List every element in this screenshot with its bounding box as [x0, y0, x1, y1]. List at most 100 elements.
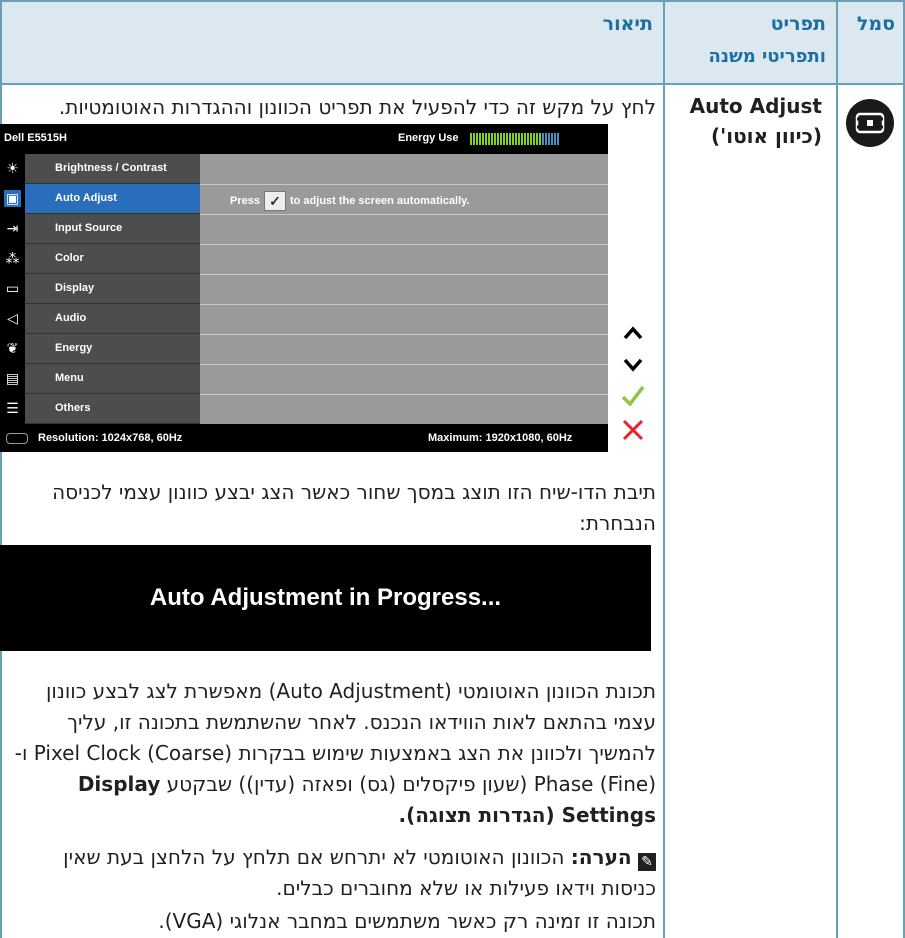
osd-press-instruction: Press ✓ to adjust the screen automatically… [230, 191, 470, 211]
close-icon[interactable] [618, 418, 648, 446]
settings-table: סמל תפריט ותפריטי משנה תיאור Auto Adjust… [0, 0, 905, 938]
others-icon: ☰ [6, 400, 19, 416]
osd-menu-item[interactable]: Auto Adjust [25, 184, 200, 214]
osd-resolution: Resolution: 1024x768, 60Hz [38, 432, 183, 444]
press-text-after: to adjust the screen automatically. [289, 194, 470, 207]
progress-dialog: Auto Adjustment in Progress... [0, 545, 651, 651]
energy-bar-segment [494, 133, 496, 145]
connector-icon [6, 433, 28, 444]
osd-panel-divider [200, 304, 608, 305]
osd-menu-item-label: Energy [55, 342, 93, 354]
note-pencil-icon: ✎ [638, 853, 656, 871]
osd-screenshot: Dell E5515H Energy Use ☀ ▣ ⇥ ⁂ ▭ ◁ ❦ ▤ ☰ Brightn… [0, 124, 608, 452]
osd-panel-divider [200, 244, 608, 245]
osd-menu-item[interactable]: Display [25, 274, 200, 304]
energy-bar-segment [491, 133, 493, 145]
osd-panel-divider [200, 274, 608, 275]
energy-bar-segment [506, 133, 508, 145]
energy-bar-segment [536, 133, 538, 145]
osd-energy-label: Energy Use [398, 132, 459, 144]
osd-menu-item[interactable]: Color [25, 244, 200, 274]
energy-bar-segment [515, 133, 517, 145]
osd-content-panel: Press ✓ to adjust the screen automatically… [200, 154, 608, 424]
menu-icon: ▤ [5, 370, 20, 386]
osd-menu-item[interactable]: Brightness / Contrast [25, 154, 200, 184]
column-divider [663, 0, 665, 938]
vga-note: תכונה זו זמינה רק כאשר משתמשים במחבר אנל… [158, 909, 656, 933]
energy-meter [470, 133, 559, 145]
display-icon: ▭ [5, 280, 20, 296]
osd-panel-divider [200, 214, 608, 215]
intro-text: לחץ על מקש זה כדי להפעיל את תפריט הכוונו… [58, 95, 656, 119]
osd-panel-divider [200, 394, 608, 395]
energy-bar-segment [476, 133, 478, 145]
dialog-description: תיבת הדו-שיח הזו תוצג במסך שחור כאשר הצג… [52, 480, 656, 535]
energy-bar-segment [551, 133, 553, 145]
energy-bar-segment [473, 133, 475, 145]
brightness-icon: ☀ [6, 160, 19, 176]
energy-bar-segment [518, 133, 520, 145]
table-border-top [0, 0, 905, 2]
audio-icon: ◁ [7, 310, 18, 326]
osd-menu-item[interactable]: Others [25, 394, 200, 424]
osd-menu-item-label: Menu [55, 372, 84, 384]
up-arrow-icon[interactable] [618, 322, 648, 350]
auto-adjust-icon: ▣ [4, 190, 21, 207]
osd-menu-item-label: Input Source [55, 222, 123, 234]
menu-name-en: Auto Adjust [689, 94, 822, 118]
energy-bar-segment [521, 133, 523, 145]
osd-menu-item[interactable]: Menu [25, 364, 200, 394]
check-icon: ✓ [263, 191, 286, 211]
energy-bar-segment [554, 133, 556, 145]
osd-panel-divider [200, 184, 608, 185]
energy-bar-segment [545, 133, 547, 145]
osd-menu-item-label: Audio [55, 312, 87, 324]
osd-menu-item[interactable]: Input Source [25, 214, 200, 244]
auto-adjust-icon [845, 98, 895, 148]
osd-menu-item[interactable]: Audio [25, 304, 200, 334]
energy-bar-segment [542, 133, 544, 145]
energy-bar-segment [485, 133, 487, 145]
note-text: הכוונון האוטומטי לא יתרחש אם תלחץ על הלח… [63, 845, 656, 900]
header-menu: תפריט [770, 13, 826, 35]
menu-name-he: (כיוון אוטו') [710, 124, 822, 148]
energy-bar-segment [557, 133, 559, 145]
energy-bar-segment [512, 133, 514, 145]
osd-menu-list: Brightness / Contrast Auto Adjust Input So… [25, 154, 200, 424]
energy-bar-segment [479, 133, 481, 145]
header-divider [0, 83, 905, 85]
energy-bar-segment [470, 133, 472, 145]
press-text-before: Press [230, 194, 260, 207]
energy-bar-segment [482, 133, 484, 145]
energy-bar-segment [488, 133, 490, 145]
osd-menu-item-label: Display [55, 282, 95, 294]
column-divider [836, 0, 838, 938]
note-label: הערה: [570, 845, 632, 869]
osd-icon-column: ☀ ▣ ⇥ ⁂ ▭ ◁ ❦ ▤ ☰ [0, 154, 25, 424]
note: ✎ הערה: הכוונון האוטומטי לא יתרחש אם תלח… [8, 842, 656, 904]
osd-menu-item-label: Auto Adjust [55, 192, 117, 204]
energy-bar-segment [530, 133, 532, 145]
osd-panel-divider [200, 334, 608, 335]
osd-title: Dell E5515H [4, 132, 67, 144]
input-source-icon: ⇥ [6, 220, 19, 236]
osd-menu-item[interactable]: Energy [25, 334, 200, 364]
osd-panel-divider [200, 364, 608, 365]
color-icon: ⁂ [5, 250, 20, 266]
osd-menu-item-label: Color [55, 252, 84, 264]
osd-maximum: Maximum: 1920x1080, 60Hz [428, 432, 573, 444]
down-arrow-icon[interactable] [618, 352, 648, 380]
header-description: תיאור [602, 13, 653, 35]
energy-bar-segment [509, 133, 511, 145]
energy-bar-segment [497, 133, 499, 145]
osd-menu-item-label: Others [55, 402, 91, 414]
check-icon[interactable] [618, 384, 648, 412]
energy-bar-segment [548, 133, 550, 145]
energy-bar-segment [524, 133, 526, 145]
osd-top-bar: Dell E5515H Energy Use [0, 124, 608, 154]
osd-bottom-bar: Resolution: 1024x768, 60Hz Maximum: 1920… [0, 424, 608, 452]
energy-bar-segment [503, 133, 505, 145]
header-symbol: סמל [856, 13, 895, 35]
header-submenu: ותפריטי משנה [708, 46, 826, 67]
energy-bar-segment [539, 133, 541, 145]
